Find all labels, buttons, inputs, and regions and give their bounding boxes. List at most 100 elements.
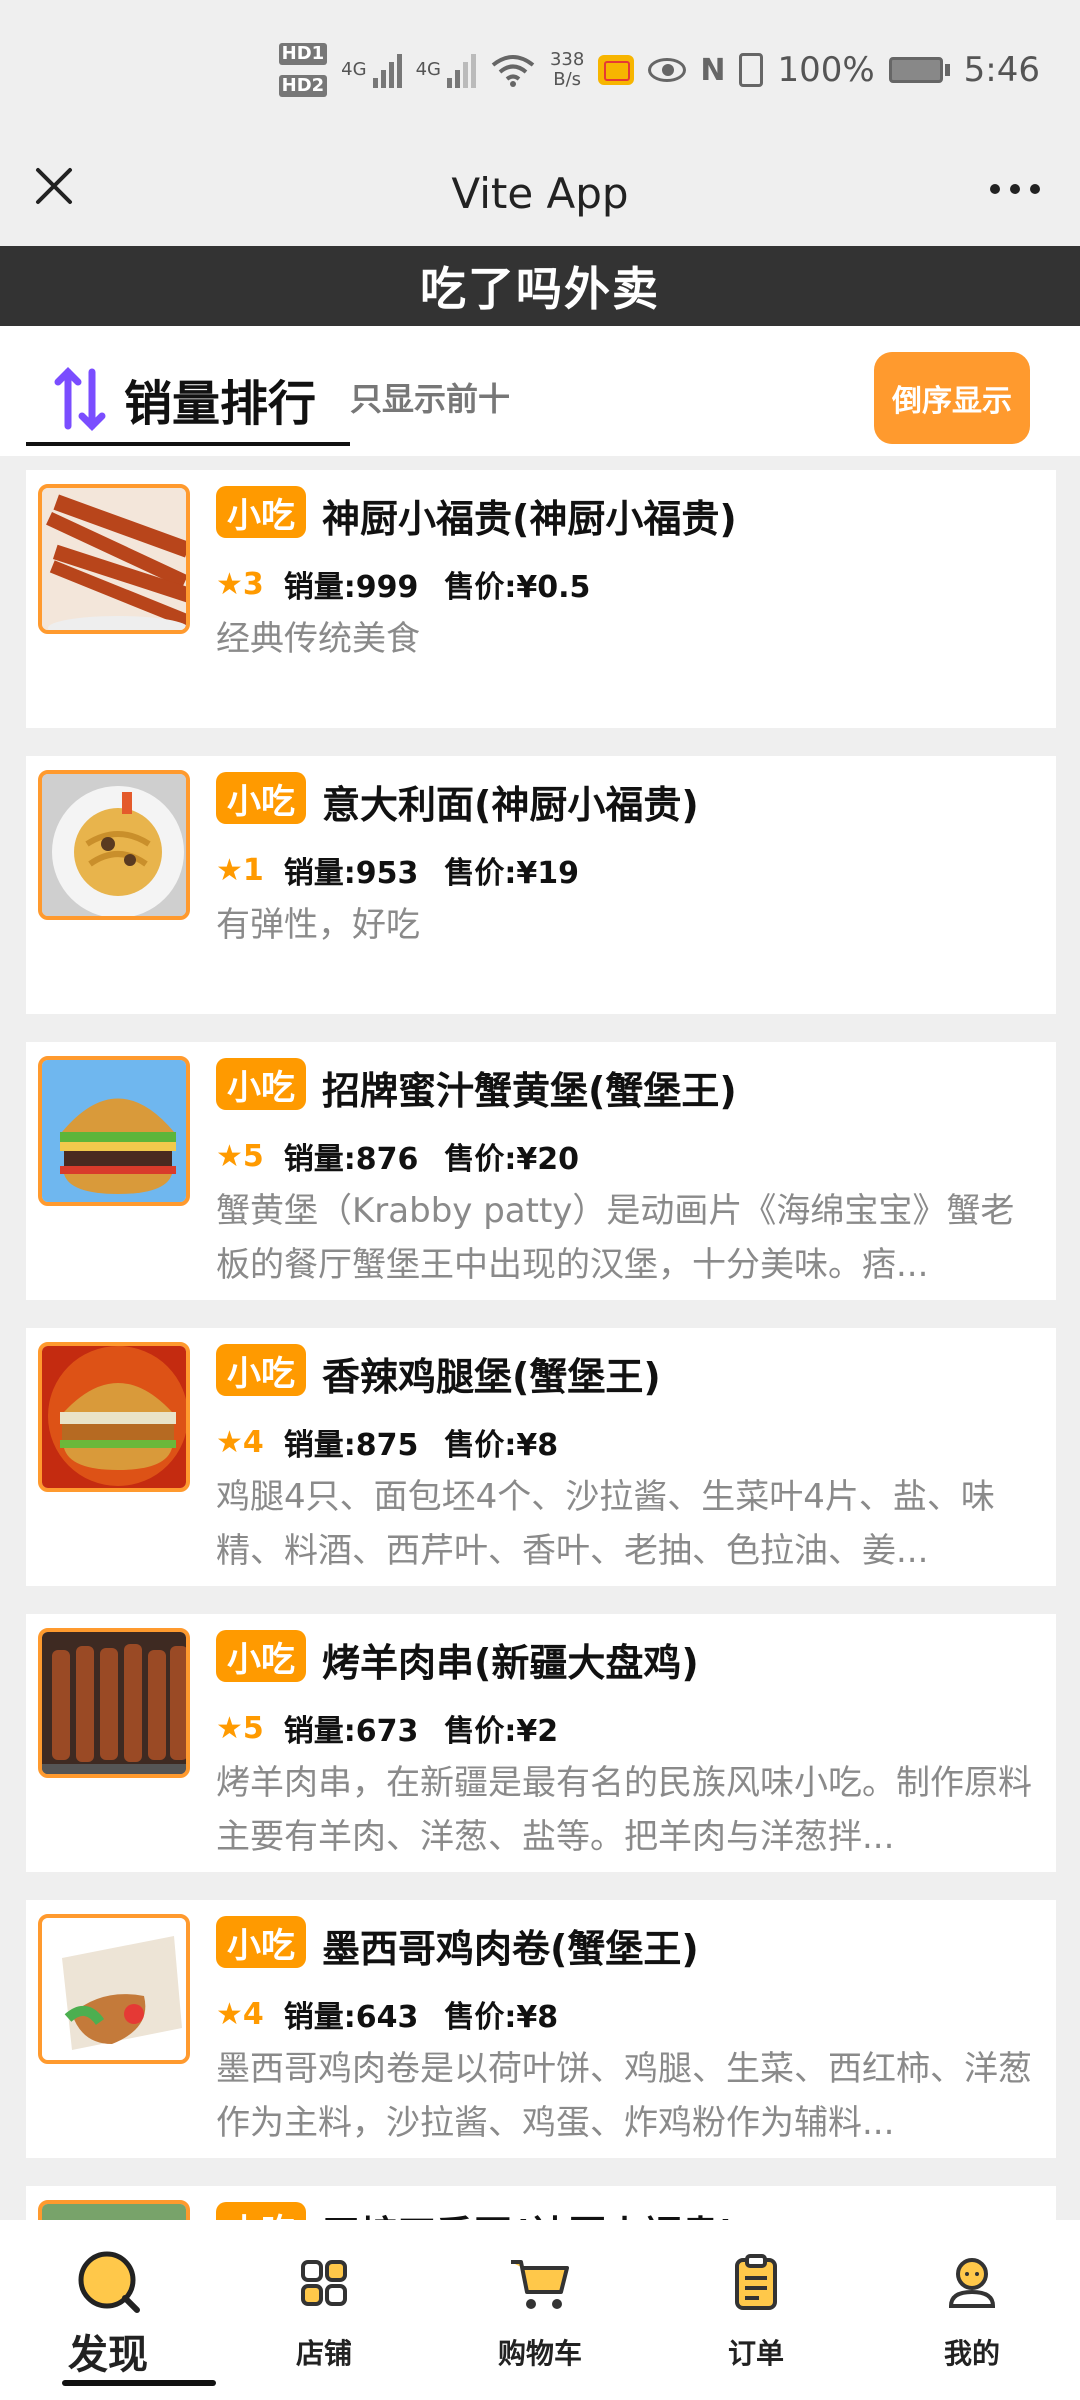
ranking-subtitle: 只显示前十 [350, 380, 511, 418]
item-price: 售价:¥19 [444, 856, 580, 891]
chicken-burger-image [38, 1342, 190, 1492]
network-type-1: 4G [341, 59, 367, 80]
food-item[interactable]: 小吃 招牌蜜汁蟹黄堡(蟹堡王) ★5 销量:876 售价:¥20 蟹黄堡（Kra… [26, 1042, 1056, 1300]
network-speed-unit: B/s [553, 69, 582, 90]
item-sales: 销量:876 [283, 1142, 419, 1177]
item-stats: ★5 销量:673 售价:¥2 [216, 1706, 558, 1750]
item-description: 经典传统美食 [216, 619, 420, 659]
page-banner: 吃了吗外卖 [0, 246, 1080, 326]
discover-icon [78, 2251, 140, 2313]
item-tag: 小吃 [216, 1058, 306, 1110]
food-item[interactable]: 小吃 意大利面(神厨小福贵) ★1 销量:953 售价:¥19 有弹性，好吃 [26, 756, 1056, 1014]
item-rating: ★5 [216, 1138, 264, 1174]
bottom-navigation: 发现 店铺 购物车 订单 我的 [0, 2220, 1080, 2400]
app-title: Vite App [451, 168, 629, 218]
more-options-icon[interactable] [990, 184, 1040, 194]
network-speed: 338 B/s [550, 50, 584, 90]
network-type-2: 4G [415, 59, 441, 80]
hd2-badge: HD2 [278, 75, 328, 97]
ranking-title: 销量排行 [124, 376, 317, 432]
item-description: 鸡腿4只、面包坯4个、沙拉酱、生菜叶4片、盐、味精、料酒、西芹叶、香叶、老抽、色… [216, 1477, 995, 1571]
sort-icon [54, 367, 106, 431]
sales-ranking-tab[interactable]: 销量排行 [26, 356, 350, 446]
cart-icon [511, 2260, 569, 2309]
item-name: 神厨小福贵(神厨小福贵) [322, 497, 737, 541]
hd1-badge: HD1 [278, 43, 328, 65]
item-tag: 小吃 [216, 1630, 306, 1682]
krabby-patty-image [38, 1056, 190, 1206]
item-stats: ★3 销量:999 售价:¥0.5 [216, 562, 590, 606]
food-item[interactable]: 小吃 香辣鸡腿堡(蟹堡王) ★4 销量:875 售价:¥8 鸡腿4只、面包坯4个… [26, 1328, 1056, 1586]
item-tag: 小吃 [216, 772, 306, 824]
item-rating: ★3 [216, 566, 264, 602]
nav-discover[interactable]: 发现 [28, 2248, 188, 2380]
food-item[interactable]: 小吃 干煸四季豆(神厨小福贵) [26, 2186, 1056, 2220]
signal-bars-icon [372, 52, 402, 88]
item-sales: 销量:953 [283, 856, 419, 891]
item-price: 售价:¥2 [444, 1714, 559, 1749]
item-name: 烤羊肉串(新疆大盘鸡) [322, 1641, 699, 1685]
signal-group-1: 4G [341, 52, 402, 88]
item-stats: ★4 销量:643 售价:¥8 [216, 1992, 558, 2036]
vibrate-icon [739, 53, 764, 87]
ranking-header: 销量排行 只显示前十 倒序显示 [0, 326, 1080, 456]
battery-percent: 100% [777, 50, 875, 90]
item-price: 售价:¥8 [444, 1428, 559, 1463]
food-item[interactable]: 小吃 墨西哥鸡肉卷(蟹堡王) ★4 销量:643 售价:¥8 墨西哥鸡肉卷是以荷… [26, 1900, 1056, 2158]
pasta-image [38, 770, 190, 920]
item-description: 烤羊肉串，在新疆是最有名的民族风味小吃。制作原料主要有羊肉、洋葱、盐等。把羊肉与… [216, 1763, 1032, 1857]
reverse-order-button[interactable]: 倒序显示 [874, 352, 1030, 444]
nav-label: 我的 [943, 2337, 1000, 2370]
item-sales: 销量:643 [283, 2000, 419, 2035]
item-description: 蟹黄堡（Krabby patty）是动画片《海绵宝宝》蟹老板的餐厅蟹堡王中出现的… [216, 1191, 1015, 1285]
clock: 5:46 [963, 50, 1040, 90]
shop-icon [301, 2260, 347, 2306]
item-description: 墨西哥鸡肉卷是以荷叶饼、鸡腿、生菜、西红柿、洋葱作为主料，沙拉酱、鸡蛋、炸鸡粉作… [216, 2049, 1032, 2143]
signal-bars-icon [446, 52, 476, 88]
signal-group-2: 4G [416, 52, 476, 88]
food-list: 小吃 神厨小福贵(神厨小福贵) ★3 销量:999 售价:¥0.5 经典传统美食 [0, 456, 1080, 2220]
wifi-icon [491, 55, 535, 87]
item-name: 意大利面(神厨小福贵) [322, 783, 699, 827]
nav-label: 店铺 [295, 2337, 352, 2370]
food-item[interactable]: 小吃 烤羊肉串(新疆大盘鸡) ★5 销量:673 售价:¥2 烤羊肉串，在新疆是… [26, 1614, 1056, 1872]
food-item[interactable]: 小吃 神厨小福贵(神厨小福贵) ★3 销量:999 售价:¥0.5 经典传统美食 [26, 470, 1056, 728]
item-sales: 销量:875 [283, 1428, 419, 1463]
nav-orders[interactable]: 订单 [676, 2248, 836, 2372]
profile-icon [948, 2258, 996, 2308]
nav-shop[interactable]: 店铺 [244, 2248, 404, 2372]
nfc-icon: N [700, 52, 726, 88]
item-stats: ★1 销量:953 售价:¥19 [216, 848, 579, 892]
item-price: 售价:¥20 [444, 1142, 580, 1177]
network-speed-value: 338 [549, 49, 585, 70]
item-name: 干煸四季豆(神厨小福贵) [322, 2204, 737, 2220]
battery-icon [888, 57, 950, 83]
order-icon [735, 2254, 777, 2310]
item-rating: ★5 [216, 1710, 264, 1746]
item-rating: ★4 [216, 1996, 264, 2032]
app-bar: Vite App [0, 140, 1080, 246]
nav-cart[interactable]: 购物车 [460, 2248, 620, 2372]
item-sales: 销量:673 [283, 1714, 419, 1749]
item-stats: ★4 销量:875 售价:¥8 [216, 1420, 558, 1464]
item-sales: 销量:999 [283, 570, 419, 605]
nav-label: 订单 [727, 2337, 784, 2370]
nav-label: 购物车 [497, 2337, 582, 2370]
item-description: 有弹性，好吃 [216, 905, 420, 945]
hd-indicator: HD1 HD2 [278, 41, 328, 99]
active-nav-indicator [62, 2380, 216, 2386]
eye-comfort-icon [648, 58, 687, 82]
lamb-skewers-image [38, 1628, 190, 1778]
item-price: 售价:¥0.5 [444, 570, 591, 605]
mail-notification-icon [598, 55, 635, 85]
close-icon[interactable] [30, 162, 90, 222]
item-name: 墨西哥鸡肉卷(蟹堡王) [322, 1927, 699, 1971]
nav-profile[interactable]: 我的 [892, 2248, 1052, 2372]
item-name: 招牌蜜汁蟹黄堡(蟹堡王) [322, 1069, 737, 1113]
nav-label: 发现 [68, 2332, 148, 2378]
chicken-wrap-image [38, 1914, 190, 2064]
status-bar: HD1 HD2 4G 4G 338 B/s N 100% 5:46 [0, 0, 1080, 140]
item-rating: ★1 [216, 852, 264, 888]
fried-dough-sticks-image [38, 484, 190, 634]
item-tag: 小吃 [216, 2202, 306, 2220]
